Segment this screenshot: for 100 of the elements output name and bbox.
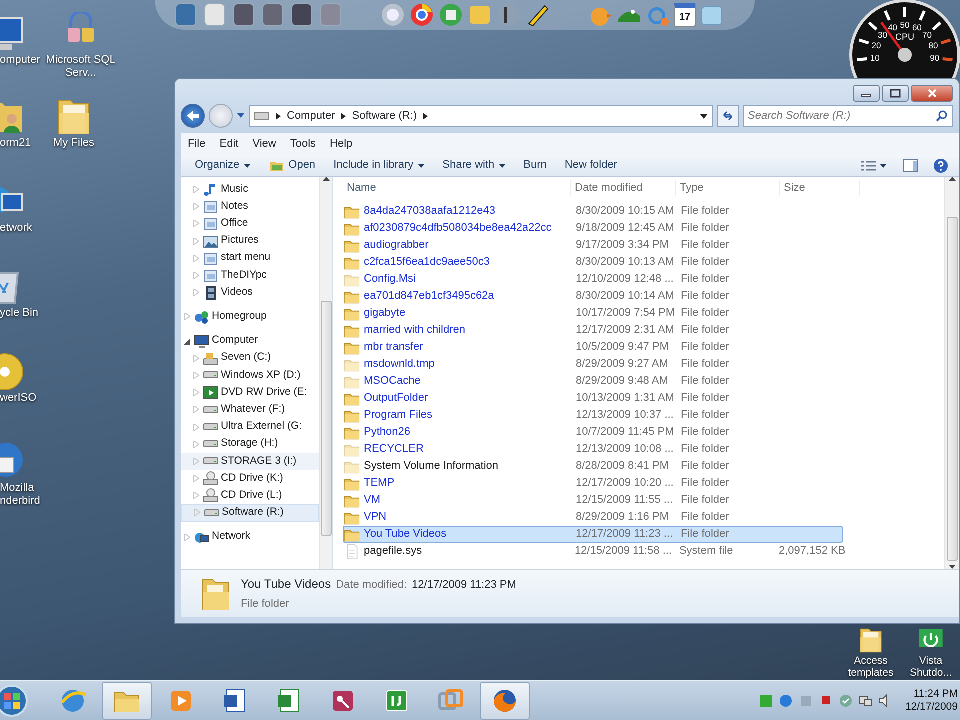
menu-item[interactable]: View <box>246 136 284 152</box>
file-row[interactable]: mbr transfer 10/5/2009 9:47 PM File folder <box>343 339 843 356</box>
library-icon <box>203 268 218 284</box>
desktop-icon-label[interactable]: Mozilla nderbird <box>0 482 62 508</box>
date-cell-text: 10/5/2009 9:47 PM <box>575 340 670 356</box>
tree-item[interactable]: Ultra Externel (G: <box>181 418 319 436</box>
menu-item[interactable]: Edit <box>212 136 246 152</box>
tree-item[interactable]: Network <box>181 528 319 546</box>
network-icon[interactable] <box>859 694 874 708</box>
column-header[interactable]: Name <box>343 180 571 196</box>
column-header[interactable]: Date modified <box>571 180 676 196</box>
type-cell-text: File folder <box>680 527 730 542</box>
refresh-button[interactable] <box>717 105 739 127</box>
tree-item[interactable]: Videos <box>181 284 319 302</box>
toolbar-button[interactable]: Include in library <box>326 155 433 176</box>
desktop-icon-label[interactable]: omputer <box>0 54 40 67</box>
shield-icon[interactable] <box>839 694 854 708</box>
scrollbar[interactable] <box>944 177 959 569</box>
tree-item[interactable]: CD Drive (K:) <box>181 470 319 488</box>
tree-item[interactable]: Seven (C:) <box>181 350 319 367</box>
details-date-label: Date modified: <box>336 578 408 592</box>
desktop-icon-label[interactable]: Access templates <box>840 655 902 679</box>
desktop-icon-label[interactable]: ycle Bin <box>0 307 39 320</box>
file-row[interactable]: VM 12/15/2009 11:55 ... File folder <box>343 492 843 509</box>
file-row[interactable]: msdownld.tmp 8/29/2009 9:27 AM File folder <box>343 356 843 373</box>
menu-item[interactable]: Tools <box>283 136 324 152</box>
drive-icon <box>203 457 219 466</box>
breadcrumb[interactable]: Computer <box>287 108 336 124</box>
file-row[interactable]: married with children 12/17/2009 2:31 AM File folder <box>343 322 843 339</box>
tree-item[interactable]: Office <box>181 215 319 233</box>
date-cell-text: 12/13/2009 10:08 ... <box>575 442 675 458</box>
toolbar-button[interactable]: New folder <box>556 155 626 176</box>
app-icon[interactable] <box>496 2 522 28</box>
file-row[interactable]: TEMP 12/17/2009 10:20 ... File folder <box>343 475 843 492</box>
tree-item[interactable]: Notes <box>181 198 319 216</box>
file-name: mbr transfer <box>364 340 424 356</box>
tree-item[interactable]: Whatever (F:) <box>181 401 319 418</box>
desktop-icon-label[interactable]: orm21 <box>0 137 32 150</box>
column-header[interactable]: Size <box>780 180 860 196</box>
file-row[interactable]: pagefile.sys 12/15/2009 11:58 ... System file 2,097,152 KB <box>343 543 843 560</box>
breadcrumb[interactable]: Software (R:) <box>352 108 418 124</box>
file-row[interactable]: Python26 10/7/2009 11:45 PM File folder <box>343 424 843 441</box>
dropdown-arrow-icon[interactable] <box>700 114 708 118</box>
file-row[interactable]: c2fca15f6ea1dc9aee50c3 8/30/2009 10:13 AM File folder <box>343 254 843 271</box>
search-field[interactable]: Search Software (R:) <box>743 105 953 127</box>
tree-item[interactable]: CD Drive (L:) <box>181 487 319 504</box>
view-list-icon[interactable] <box>860 160 878 172</box>
file-row[interactable]: VPN 8/29/2009 1:16 PM File folder <box>343 509 843 526</box>
tree-item[interactable]: DVD RW Drive (E: <box>181 384 319 402</box>
maximize-button[interactable] <box>882 85 909 102</box>
tree-item[interactable]: Storage (H:) <box>181 436 319 453</box>
menu-item[interactable]: File <box>181 136 213 152</box>
tree-item[interactable]: Software (R:) <box>181 504 319 522</box>
tree-item[interactable]: start menu <box>181 250 319 267</box>
file-row[interactable]: You Tube Videos 12/17/2009 11:23 ... File folder <box>343 526 843 543</box>
desktop-icon-label[interactable]: Microsoft SQL Serv... <box>42 54 120 80</box>
desktop-icon-label[interactable]: werISO <box>0 392 37 405</box>
tree-item[interactable]: STORAGE 3 (I:) <box>181 452 319 470</box>
date-cell-text: 8/30/2009 10:13 AM <box>575 255 676 270</box>
file-row[interactable]: ea701d847eb1cf3495c62a 8/30/2009 10:14 AM File folder <box>343 288 843 305</box>
minimize-button[interactable] <box>853 85 880 102</box>
file-row[interactable]: 8a4da247038aafa1212e43 8/30/2009 10:15 AM File folder <box>343 203 843 220</box>
desktop-icon-label[interactable]: etwork <box>0 222 32 235</box>
tree-item[interactable]: Pictures <box>181 232 319 250</box>
caret-icon[interactable] <box>880 164 887 168</box>
address-bar[interactable]: Computer Software (R:) <box>249 105 713 127</box>
tray-app-icon[interactable] <box>779 694 794 708</box>
close-button[interactable] <box>911 85 953 102</box>
desktop-icon-label[interactable]: My Files <box>54 137 94 150</box>
clock[interactable]: 11:24 PM 12/17/2009 <box>899 688 958 714</box>
type-cell-text: File folder <box>680 272 730 288</box>
tree-item[interactable]: Homegroup <box>181 308 319 326</box>
collapsed-arrow-icon <box>193 475 200 482</box>
file-row[interactable]: RECYCLER 12/13/2009 10:08 ... File folder <box>343 441 843 458</box>
back-button[interactable] <box>181 104 205 128</box>
file-row[interactable]: Config.Msi 12/10/2009 12:48 ... File folder <box>343 271 843 288</box>
file-row[interactable]: audiograbber 9/17/2009 3:34 PM File folder <box>343 237 843 254</box>
file-row[interactable]: System Volume Information 8/28/2009 8:41 PM File folder <box>343 458 843 475</box>
tree-item[interactable]: Windows XP (D:) <box>181 366 319 384</box>
file-row[interactable]: Program Files 12/13/2009 10:37 ... File folder <box>343 407 843 424</box>
toolbar-button[interactable]: Share with <box>434 155 514 176</box>
preview-pane-icon[interactable] <box>903 158 919 172</box>
tree-item[interactable]: Computer <box>181 332 319 350</box>
scrollbar[interactable] <box>319 177 332 569</box>
file-row[interactable]: OutputFolder 10/13/2009 1:31 AM File folder <box>343 390 843 407</box>
menu-item[interactable]: Help <box>323 136 360 152</box>
calendar-icon[interactable]: 17 <box>674 3 696 27</box>
file-row[interactable]: MSOCache 8/29/2009 9:48 AM File folder <box>343 373 843 390</box>
column-header[interactable]: Type <box>676 180 780 196</box>
file-row[interactable]: gigabyte 10/17/2009 7:54 PM File folder <box>343 305 843 322</box>
toolbar-button[interactable]: Burn <box>516 155 555 176</box>
help-icon[interactable] <box>933 158 949 174</box>
tree-item[interactable]: TheDIYpc <box>181 266 319 284</box>
search-icon[interactable] <box>936 110 948 122</box>
toolbar-button[interactable]: Open <box>260 155 324 176</box>
taskbar-button[interactable] <box>480 682 530 720</box>
toolbar-button[interactable]: Organize <box>187 155 259 176</box>
tree-item[interactable]: Music <box>181 181 319 198</box>
desktop-icon-label[interactable]: Vista Shutdo... <box>900 655 960 679</box>
file-row[interactable]: af0230879c4dfb508034be8ea42a22cc 9/18/2009 12:45 AM File folder <box>343 220 843 237</box>
